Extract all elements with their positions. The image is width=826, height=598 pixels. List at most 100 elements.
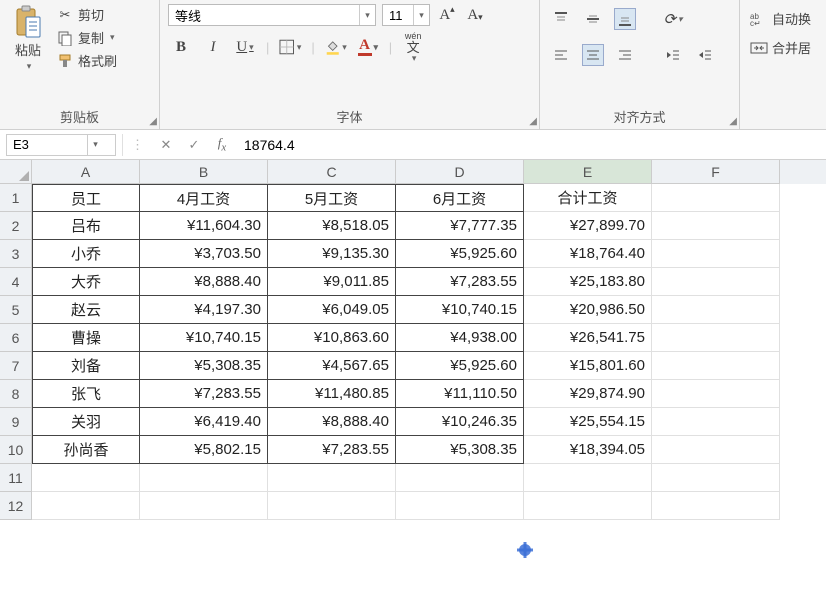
cell[interactable] xyxy=(32,464,140,492)
cell[interactable] xyxy=(652,464,780,492)
cell[interactable]: ¥6,049.05 xyxy=(268,296,396,324)
cell[interactable]: ¥4,197.30 xyxy=(140,296,268,324)
row-header[interactable]: 4 xyxy=(0,268,32,296)
cell[interactable]: ¥7,283.55 xyxy=(268,436,396,464)
formula-input[interactable] xyxy=(236,134,826,156)
borders-button[interactable]: ▾ xyxy=(279,36,301,58)
row-header[interactable]: 7 xyxy=(0,352,32,380)
phonetic-guide-button[interactable]: wén文▾ xyxy=(402,36,424,58)
align-right-button[interactable] xyxy=(614,44,636,66)
increase-indent-button[interactable] xyxy=(694,44,716,66)
cell[interactable]: ¥5,925.60 xyxy=(396,240,524,268)
cell[interactable]: 4月工资 xyxy=(140,184,268,212)
increase-font-button[interactable]: A▴ xyxy=(436,4,458,26)
cell[interactable]: ¥5,308.35 xyxy=(140,352,268,380)
cell[interactable]: 5月工资 xyxy=(268,184,396,212)
cell[interactable]: 小乔 xyxy=(32,240,140,268)
row-header[interactable]: 10 xyxy=(0,436,32,464)
paste-button[interactable]: 粘贴 ▾ xyxy=(8,4,48,74)
cell[interactable]: ¥8,888.40 xyxy=(140,268,268,296)
cell[interactable] xyxy=(524,492,652,520)
row-header[interactable]: 5 xyxy=(0,296,32,324)
row-header[interactable]: 9 xyxy=(0,408,32,436)
italic-button[interactable]: I xyxy=(202,36,224,58)
cell[interactable]: ¥29,874.90 xyxy=(524,380,652,408)
font-size-input[interactable] xyxy=(383,5,413,25)
cell[interactable] xyxy=(396,464,524,492)
cell[interactable]: ¥10,246.35 xyxy=(396,408,524,436)
decrease-font-button[interactable]: A▾ xyxy=(464,4,486,26)
copy-button[interactable]: 复制 ▾ xyxy=(54,27,119,48)
cell[interactable]: 6月工资 xyxy=(396,184,524,212)
cell[interactable] xyxy=(652,380,780,408)
cell[interactable] xyxy=(140,464,268,492)
align-bottom-button[interactable] xyxy=(614,8,636,30)
col-header-A[interactable]: A xyxy=(32,160,140,184)
cell[interactable]: ¥4,938.00 xyxy=(396,324,524,352)
cell[interactable]: ¥10,863.60 xyxy=(268,324,396,352)
cell[interactable] xyxy=(652,296,780,324)
cell[interactable]: ¥25,554.15 xyxy=(524,408,652,436)
cell[interactable] xyxy=(652,240,780,268)
dialog-launcher-icon[interactable]: ◢ xyxy=(149,116,157,127)
col-header-C[interactable]: C xyxy=(268,160,396,184)
cell[interactable] xyxy=(652,492,780,520)
chevron-down-icon[interactable]: ▾ xyxy=(413,5,429,25)
font-name-input[interactable] xyxy=(169,5,359,25)
cell[interactable]: ¥7,283.55 xyxy=(140,380,268,408)
cell[interactable] xyxy=(396,492,524,520)
accept-formula-button[interactable]: ✓ xyxy=(180,134,208,156)
chevron-down-icon[interactable]: ▾ xyxy=(87,135,103,155)
cell[interactable]: ¥3,703.50 xyxy=(140,240,268,268)
cell[interactable] xyxy=(268,492,396,520)
row-header[interactable]: 8 xyxy=(0,380,32,408)
orientation-button[interactable]: ⟳▾ xyxy=(662,8,684,30)
cell[interactable] xyxy=(652,324,780,352)
cell[interactable]: 关羽 xyxy=(32,408,140,436)
font-size-combo[interactable]: ▾ xyxy=(382,4,430,26)
col-header-F[interactable]: F xyxy=(652,160,780,184)
cell[interactable]: 赵云 xyxy=(32,296,140,324)
cell[interactable]: ¥9,011.85 xyxy=(268,268,396,296)
cell[interactable]: 员工 xyxy=(32,184,140,212)
cell[interactable]: 刘备 xyxy=(32,352,140,380)
row-header[interactable]: 3 xyxy=(0,240,32,268)
align-middle-button[interactable] xyxy=(582,8,604,30)
cell[interactable] xyxy=(652,352,780,380)
cell[interactable] xyxy=(652,408,780,436)
col-header-E[interactable]: E xyxy=(524,160,652,184)
insert-function-button[interactable]: fx xyxy=(208,134,236,156)
cell[interactable]: ¥7,283.55 xyxy=(396,268,524,296)
cell[interactable]: ¥10,740.15 xyxy=(396,296,524,324)
cell[interactable]: 孙尚香 xyxy=(32,436,140,464)
cell[interactable] xyxy=(32,492,140,520)
decrease-indent-button[interactable] xyxy=(662,44,684,66)
cell[interactable]: ¥7,777.35 xyxy=(396,212,524,240)
cell[interactable]: 合计工资 xyxy=(524,184,652,212)
cell[interactable]: ¥9,135.30 xyxy=(268,240,396,268)
cell[interactable]: ¥18,394.05 xyxy=(524,436,652,464)
wrap-text-button[interactable]: abc↵ 自动换 xyxy=(748,8,813,29)
chevron-down-icon[interactable]: ▾ xyxy=(359,5,375,25)
cell[interactable]: ¥5,308.35 xyxy=(396,436,524,464)
cell[interactable]: 吕布 xyxy=(32,212,140,240)
cell[interactable]: ¥4,567.65 xyxy=(268,352,396,380)
cell[interactable]: ¥26,541.75 xyxy=(524,324,652,352)
cell[interactable]: ¥11,604.30 xyxy=(140,212,268,240)
cell[interactable]: ¥8,888.40 xyxy=(268,408,396,436)
cell[interactable]: ¥5,802.15 xyxy=(140,436,268,464)
col-header-B[interactable]: B xyxy=(140,160,268,184)
dialog-launcher-icon[interactable]: ◢ xyxy=(729,116,737,127)
cell[interactable]: ¥25,183.80 xyxy=(524,268,652,296)
merge-center-button[interactable]: 合并居 xyxy=(748,37,813,58)
cell[interactable]: ¥8,518.05 xyxy=(268,212,396,240)
cut-button[interactable]: ✂ 剪切 xyxy=(54,4,119,25)
cell[interactable]: ¥5,925.60 xyxy=(396,352,524,380)
name-box-input[interactable] xyxy=(7,137,87,152)
align-top-button[interactable] xyxy=(550,8,572,30)
cell[interactable]: ¥10,740.15 xyxy=(140,324,268,352)
name-box[interactable]: ▾ xyxy=(6,134,116,156)
font-name-combo[interactable]: ▾ xyxy=(168,4,376,26)
dialog-launcher-icon[interactable]: ◢ xyxy=(529,116,537,127)
bold-button[interactable]: B xyxy=(170,36,192,58)
